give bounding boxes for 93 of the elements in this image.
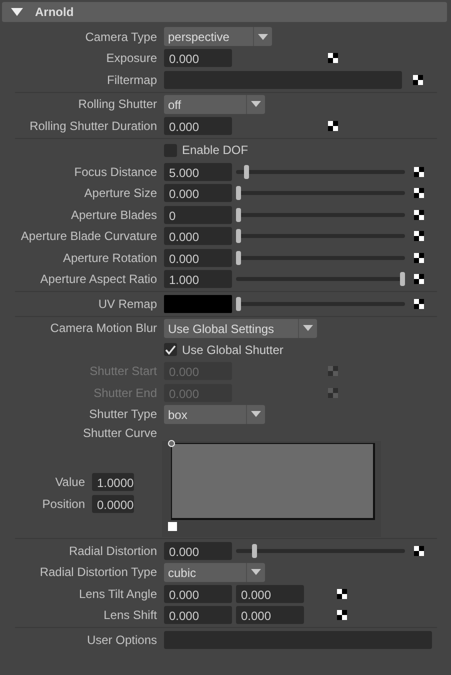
slider-thumb[interactable]	[400, 272, 405, 286]
color-swatch[interactable]	[164, 294, 232, 313]
section-header[interactable]: Arnold	[2, 2, 447, 22]
field-label: Camera Motion Blur	[49, 321, 157, 336]
number-field[interactable]: 1.0000	[92, 473, 134, 491]
caret-icon	[303, 325, 314, 332]
slider-thumb[interactable]	[236, 250, 241, 265]
number-field[interactable]: 0.0000	[92, 495, 134, 513]
field-label: Aperture Blade Curvature	[20, 229, 157, 244]
checker-map-icon[interactable]	[414, 546, 424, 556]
slider-thumb[interactable]	[244, 164, 250, 179]
slider-thumb[interactable]	[252, 544, 258, 558]
curve-editor[interactable]	[162, 441, 381, 537]
checker-map-icon[interactable]	[414, 166, 424, 177]
field-label: Lens Shift	[102, 608, 157, 622]
slider[interactable]	[236, 296, 405, 311]
collapse-triangle-icon[interactable]	[11, 8, 23, 16]
caret-icon	[258, 34, 268, 40]
number-field[interactable]: 0	[164, 206, 232, 224]
number-field[interactable]: 0.000	[164, 49, 232, 68]
checkbox-label: Enable DOF	[182, 143, 248, 158]
field-label: Position	[42, 497, 85, 511]
checker-map-icon[interactable]	[414, 188, 424, 198]
caret-icon	[251, 101, 261, 108]
slider[interactable]	[236, 250, 405, 265]
number-field[interactable]: 5.000	[164, 162, 232, 181]
checker-map-icon[interactable]	[328, 388, 338, 398]
field-label: Value	[55, 475, 85, 489]
checker-map-icon[interactable]	[328, 53, 338, 64]
checkbox[interactable]	[164, 343, 177, 356]
point-marker[interactable]	[168, 522, 177, 531]
number-field[interactable]: 0.000	[164, 606, 232, 624]
checker-map-icon[interactable]	[328, 366, 338, 376]
checker-map-icon[interactable]	[414, 231, 424, 242]
field-label: Shutter Curve	[82, 426, 157, 440]
field-label: Aperture Aspect Ratio	[39, 272, 157, 286]
number-field[interactable]: 0.000	[236, 584, 304, 603]
slider[interactable]	[236, 208, 405, 222]
slider[interactable]	[236, 272, 405, 286]
number-field[interactable]: 0.000	[164, 248, 232, 267]
number-field[interactable]: 0.000	[164, 584, 232, 603]
number-field[interactable]: 0.000	[164, 116, 232, 135]
checkbox[interactable]	[164, 144, 177, 157]
checker-map-icon[interactable]	[328, 120, 338, 131]
checker-map-icon[interactable]	[337, 610, 347, 620]
section-title: Arnold	[35, 5, 74, 19]
field-label: Filtermap	[106, 72, 157, 87]
number-field[interactable]: 0.000	[164, 227, 232, 246]
dropdown[interactable]: Use Global Settings	[164, 318, 318, 338]
field-label: Shutter Type	[88, 407, 157, 422]
field-label: Aperture Blades	[70, 208, 157, 222]
slider[interactable]	[236, 164, 405, 179]
curve-plot[interactable]	[171, 443, 375, 520]
checker-map-icon[interactable]	[414, 298, 424, 309]
slider-thumb[interactable]	[236, 208, 241, 222]
number-field[interactable]: 1.000	[164, 270, 232, 288]
dropdown[interactable]: box	[164, 404, 265, 424]
field-label: User Options	[86, 632, 157, 647]
checker-map-icon[interactable]	[413, 74, 423, 85]
checkbox-label: Use Global Shutter	[182, 342, 284, 357]
slider-thumb[interactable]	[236, 186, 241, 200]
field-label: Exposure	[105, 51, 157, 66]
checker-map-icon[interactable]	[414, 274, 424, 284]
checkmark-icon	[165, 344, 176, 355]
dropdown[interactable]: off	[164, 94, 265, 114]
field-label: Camera Type	[84, 30, 157, 44]
dropdown[interactable]: perspective	[164, 27, 272, 46]
field-label: Lens Tilt Angle	[78, 586, 157, 601]
number-field[interactable]: 0.000	[164, 184, 232, 202]
field-label: Radial Distortion	[68, 544, 157, 558]
field-label: Focus Distance	[73, 164, 157, 179]
slider-thumb[interactable]	[236, 296, 241, 311]
checker-map-icon[interactable]	[414, 210, 424, 220]
field-label: Radial Distortion Type	[38, 565, 157, 580]
text-field[interactable]	[164, 70, 402, 89]
curve-point[interactable]	[168, 440, 175, 447]
field-label: Rolling Shutter Duration	[28, 118, 157, 133]
checker-map-icon[interactable]	[414, 252, 424, 263]
checker-map-icon[interactable]	[337, 588, 347, 599]
field-label: UV Remap	[97, 296, 157, 311]
field-label: Rolling Shutter	[77, 97, 157, 112]
number-field[interactable]: 0.000	[236, 606, 304, 624]
dropdown[interactable]: cubic	[164, 562, 265, 582]
number-field[interactable]: 0.000	[164, 542, 232, 560]
field-label: Aperture Size	[83, 186, 157, 200]
field-label: Aperture Rotation	[62, 250, 157, 265]
caret-icon	[251, 569, 261, 576]
text-field[interactable]	[164, 630, 432, 649]
caret-icon	[251, 411, 261, 418]
slider-thumb[interactable]	[236, 229, 241, 244]
slider[interactable]	[236, 229, 405, 244]
slider[interactable]	[236, 186, 405, 200]
slider[interactable]	[236, 544, 405, 558]
